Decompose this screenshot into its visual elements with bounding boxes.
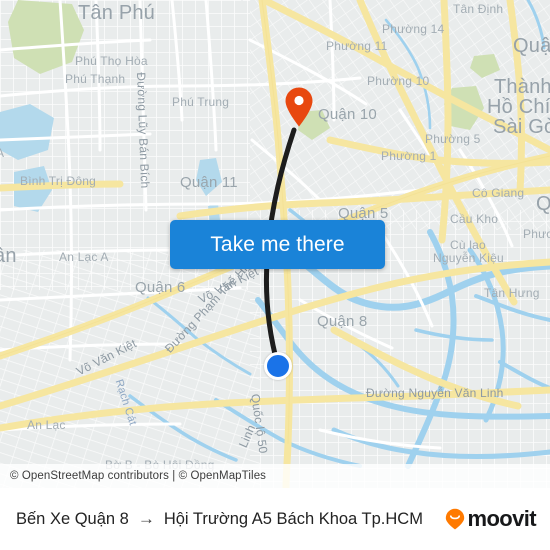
take-me-there-button[interactable]: Take me there <box>170 220 385 269</box>
route-summary: Bến Xe Quận 8 → Hội Trường A5 Bách Khoa … <box>16 509 445 529</box>
route-destination-label: Hội Trường A5 Bách Khoa Tp.HCM <box>163 509 423 528</box>
destination-pin-icon[interactable] <box>284 86 314 128</box>
moovit-wordmark: moovit <box>467 506 536 531</box>
footer-bar: Bến Xe Quận 8 → Hội Trường A5 Bách Khoa … <box>0 488 550 550</box>
moovit-pin-icon <box>446 508 465 530</box>
moovit-logo[interactable]: moovit <box>445 506 537 532</box>
origin-location-dot[interactable] <box>264 352 292 380</box>
map-attribution-bar: © OpenStreetMap contributors | © OpenMap… <box>0 464 550 488</box>
route-arrow-icon: → <box>137 509 155 528</box>
route-origin-label: Bến Xe Quận 8 <box>16 509 129 528</box>
attribution-text[interactable]: © OpenStreetMap contributors | © OpenMap… <box>10 470 266 482</box>
moovit-route-screenshot: Tân Phú Phú Thọ Hòa Phú Thạnh Phú Trung Bình… <box>0 0 550 550</box>
map-canvas[interactable]: Tân Phú Phú Thọ Hòa Phú Thạnh Phú Trung Bình… <box>0 0 550 488</box>
